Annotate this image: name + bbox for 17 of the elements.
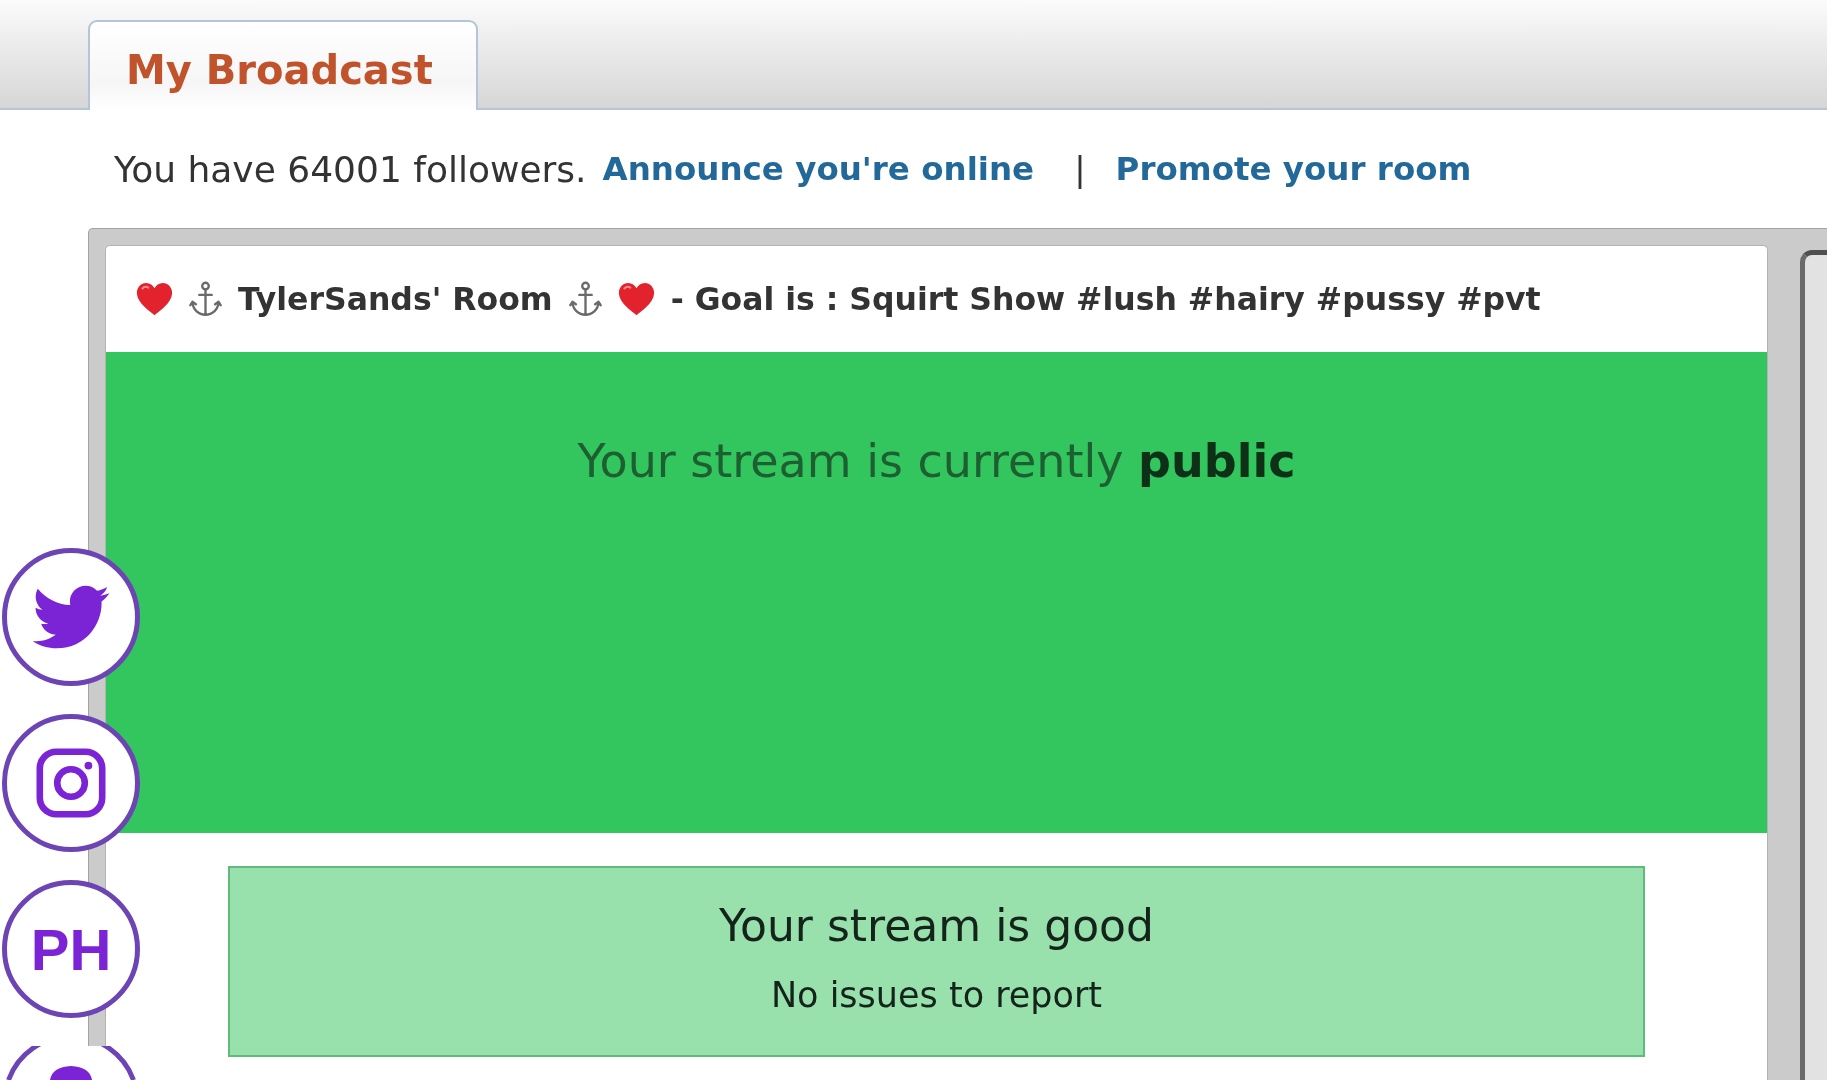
anchor-icon xyxy=(568,281,602,317)
anchor-icon xyxy=(189,281,222,317)
social-button[interactable]: PH xyxy=(2,880,140,1018)
tab[interactable]: My Broadcast xyxy=(88,20,478,110)
room-title-text: - Goal is : Squirt Show #lush #hairy #pussy #pvt xyxy=(670,281,1541,317)
bird-icon xyxy=(32,585,110,649)
stream-health-title: Your stream is good xyxy=(719,900,1154,951)
link[interactable]: Promote your room xyxy=(1115,150,1472,188)
heart-icon xyxy=(136,282,173,316)
stream-status-text: Your stream is currently public xyxy=(577,434,1296,488)
camera-icon xyxy=(35,747,107,819)
link[interactable]: Announce you're online xyxy=(602,150,1035,188)
heart-icon xyxy=(617,282,655,316)
separator: | xyxy=(1074,149,1086,189)
follower-count-text: You have 64001 followers. xyxy=(114,148,587,190)
stream-health-detail: No issues to report xyxy=(770,975,1103,1015)
room-title-text: TylerSands' Room xyxy=(238,281,553,317)
